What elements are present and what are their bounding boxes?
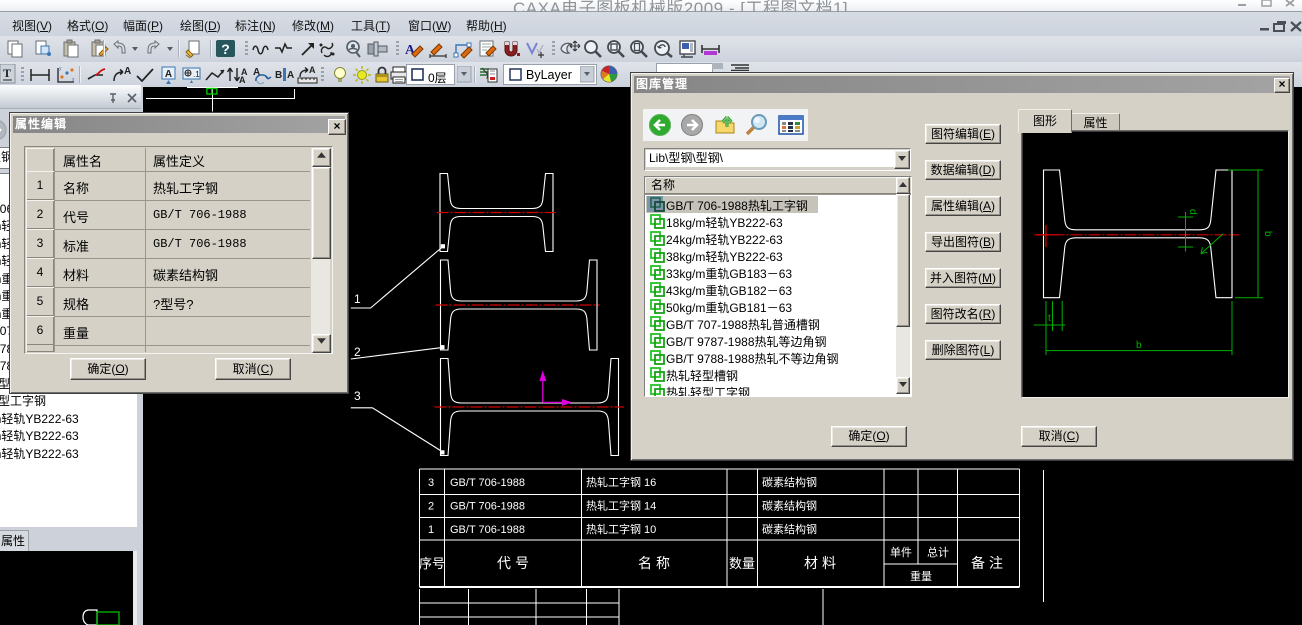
svg-text:1: 1: [428, 524, 434, 536]
svg-text:重量: 重量: [910, 569, 932, 583]
svg-text:3: 3: [354, 389, 361, 403]
svg-text:碳素结构钢: 碳素结构钢: [762, 499, 817, 513]
svg-text:热轧工字钢 14: 热轧工字钢 14: [586, 499, 656, 513]
svg-text:GB/T 706-1988: GB/T 706-1988: [450, 477, 525, 489]
svg-text:名称: 名称: [638, 555, 674, 571]
svg-text:GB/T 706-1988: GB/T 706-1988: [450, 524, 525, 536]
svg-text:2: 2: [354, 345, 361, 359]
svg-text:总计: 总计: [927, 545, 949, 559]
svg-text:t: t: [1048, 313, 1051, 324]
svg-text:碳素结构钢: 碳素结构钢: [762, 475, 817, 489]
svg-text:热轧工字钢 16: 热轧工字钢 16: [586, 475, 656, 489]
svg-text:1: 1: [354, 292, 361, 306]
svg-text:GB/T 706-1988: GB/T 706-1988: [450, 501, 525, 513]
svg-text:代号: 代号: [497, 555, 533, 571]
svg-text:热轧工字钢 10: 热轧工字钢 10: [586, 522, 656, 536]
svg-text:碳素结构钢: 碳素结构钢: [762, 522, 817, 536]
svg-text:d: d: [1187, 209, 1198, 215]
svg-text:3: 3: [428, 477, 434, 489]
svg-text:2: 2: [428, 501, 434, 513]
svg-text:b: b: [1136, 340, 1142, 351]
svg-text:材料: 材料: [804, 555, 840, 571]
svg-text:数量: 数量: [729, 556, 755, 571]
svg-text:单件: 单件: [890, 546, 912, 559]
svg-text:序号: 序号: [419, 556, 445, 571]
svg-text:b: b: [1262, 231, 1273, 237]
svg-text:备注: 备注: [971, 555, 1007, 571]
